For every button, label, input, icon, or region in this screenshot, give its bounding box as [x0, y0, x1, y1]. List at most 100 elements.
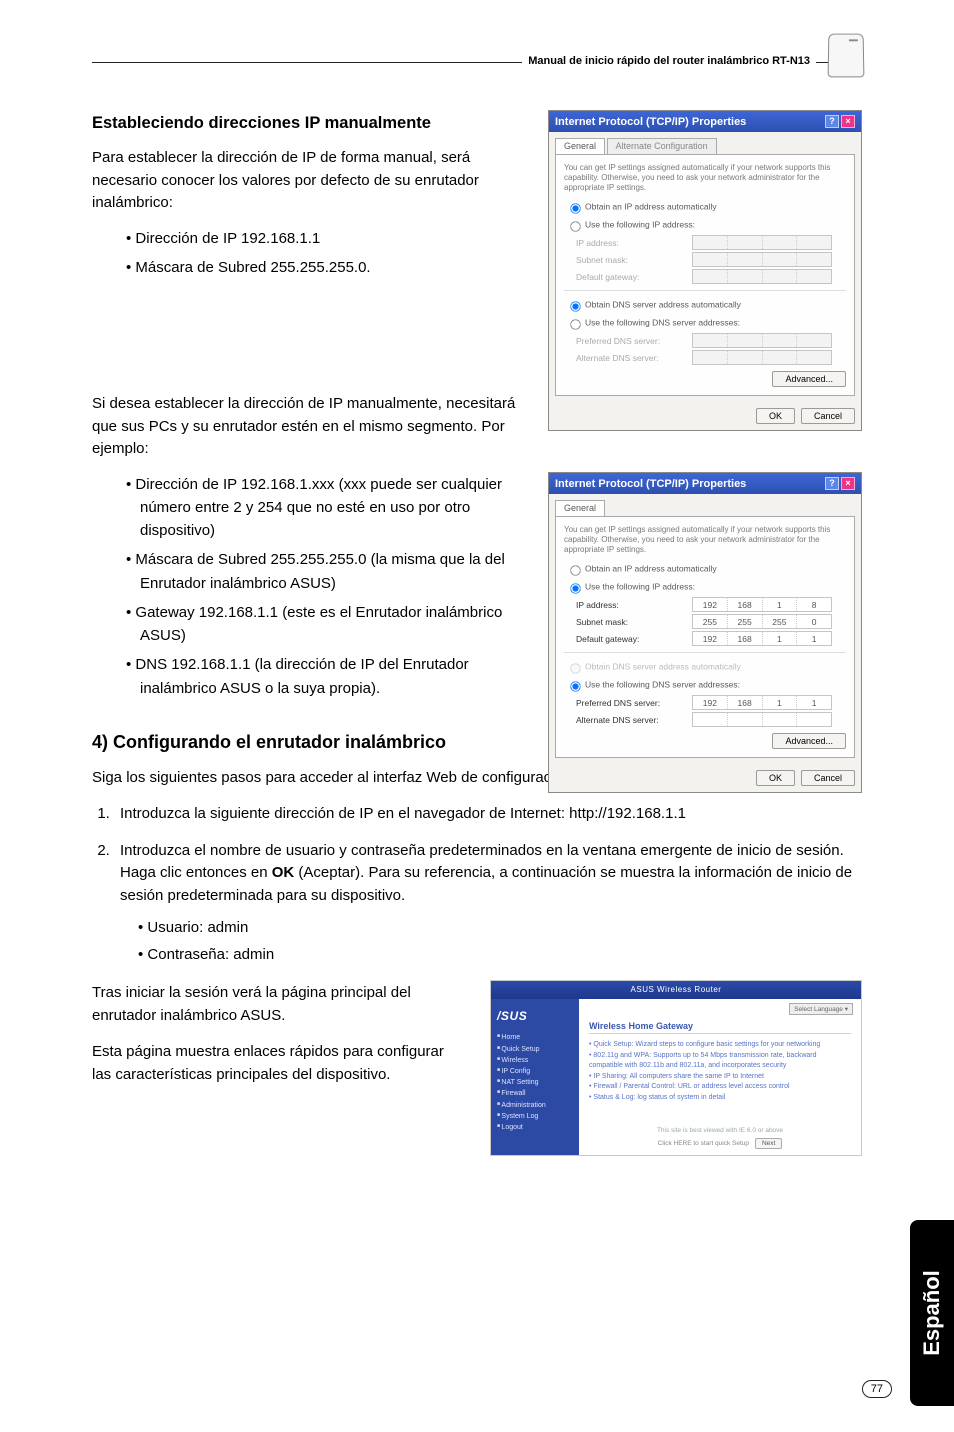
list-item: Máscara de Subred 255.255.255.0. [126, 256, 522, 279]
list-item: Contraseña: admin [132, 944, 862, 967]
list-item: DNS 192.168.1.1 (la dirección de IP del … [126, 653, 522, 700]
mask-input[interactable]: 2552552550 [692, 614, 832, 629]
advanced-button[interactable]: Advanced... [772, 733, 846, 749]
list-item: Dirección de IP 192.168.1.1 [126, 227, 522, 250]
sidebar-item[interactable]: IP Config [497, 1066, 573, 1077]
ip-label: IP address: [576, 238, 686, 248]
close-icon[interactable]: × [841, 477, 855, 490]
tcpip-dialog-auto: Internet Protocol (TCP/IP) Properties ? … [548, 110, 862, 431]
next-button[interactable]: Next [755, 1138, 782, 1149]
ok-button[interactable]: OK [756, 770, 795, 786]
use-ip-radio[interactable] [570, 221, 580, 231]
alt-dns-input[interactable] [692, 712, 832, 727]
default-values-list: Dirección de IP 192.168.1.1 Máscara de S… [126, 227, 522, 280]
segment-values-list: Dirección de IP 192.168.1.xxx (xxx puede… [126, 473, 522, 700]
admin-foot-note: This site is best viewed with IE 6.0 or … [579, 1127, 861, 1134]
pref-dns-input[interactable]: 19216811 [692, 695, 832, 710]
gw-label: Default gateway: [576, 634, 686, 644]
list-item: Usuario: admin [132, 917, 862, 940]
quick-link[interactable]: 802.11g and WPA: Supports up to 54 Mbps … [589, 1051, 851, 1072]
credentials-list: Usuario: admin Contraseña: admin [132, 917, 862, 966]
language-select[interactable]: Select Language ▾ [789, 1003, 853, 1015]
dialog-description: You can get IP settings assigned automat… [564, 525, 846, 555]
pref-dns-label: Preferred DNS server: [576, 698, 686, 708]
segment-intro: Si desea establecer la dirección de IP m… [92, 393, 522, 461]
obtain-dns-label: Obtain DNS server address automatically [585, 299, 741, 309]
admin-quick-links: Quick Setup: Wizard steps to configure b… [589, 1040, 851, 1103]
sidebar-item[interactable]: Logout [497, 1122, 573, 1133]
header-rule: Manual de inicio rápido del router inalá… [92, 62, 862, 92]
tab-alternate[interactable]: Alternate Configuration [607, 138, 717, 154]
language-label: Español [919, 1270, 945, 1356]
obtain-ip-label: Obtain an IP address automatically [585, 563, 717, 573]
step-1: Introduzca la siguiente dirección de IP … [114, 803, 862, 826]
pref-dns-input [692, 333, 832, 348]
language-side-tab: Español [910, 1220, 954, 1406]
page-number: 77 [862, 1380, 892, 1398]
advanced-button[interactable]: Advanced... [772, 371, 846, 387]
obtain-ip-label: Obtain an IP address automatically [585, 201, 717, 211]
obtain-ip-radio[interactable] [570, 203, 580, 213]
use-dns-label: Use the following DNS server addresses: [585, 679, 740, 689]
mask-input [692, 252, 832, 267]
quick-link[interactable]: Quick Setup: Wizard steps to configure b… [589, 1040, 851, 1051]
alt-dns-label: Alternate DNS server: [576, 353, 686, 363]
sidebar-item[interactable]: NAT Setting [497, 1077, 573, 1088]
obtain-ip-radio[interactable] [570, 565, 580, 575]
router-icon [828, 34, 865, 78]
tab-general[interactable]: General [555, 500, 605, 516]
manual-ip-intro: Para establecer la dirección de IP de fo… [92, 147, 522, 215]
sidebar-item[interactable]: System Log [497, 1111, 573, 1122]
admin-foot-text: Click HERE to start quick Setup [658, 1140, 749, 1147]
quick-link[interactable]: Status & Log: log status of system in de… [589, 1093, 851, 1104]
list-item: Dirección de IP 192.168.1.xxx (xxx puede… [126, 473, 522, 543]
sidebar-item[interactable]: Firewall [497, 1088, 573, 1099]
router-admin-screenshot: ASUS Wireless Router /SUS Home Quick Set… [490, 980, 862, 1156]
list-item: Gateway 192.168.1.1 (este es el Enrutado… [126, 601, 522, 648]
ip-input [692, 235, 832, 250]
use-dns-label: Use the following DNS server addresses: [585, 317, 740, 327]
dialog-title: Internet Protocol (TCP/IP) Properties [555, 478, 746, 490]
cancel-button[interactable]: Cancel [801, 770, 855, 786]
use-ip-radio[interactable] [570, 583, 580, 593]
mask-label: Subnet mask: [576, 617, 686, 627]
gw-input[interactable]: 19216811 [692, 631, 832, 646]
gw-label: Default gateway: [576, 272, 686, 282]
tab-general[interactable]: General [555, 138, 605, 154]
step-2-bold: OK [272, 864, 295, 881]
alt-dns-label: Alternate DNS server: [576, 715, 686, 725]
mask-label: Subnet mask: [576, 255, 686, 265]
quick-link[interactable]: Firewall / Parental Control: URL or addr… [589, 1082, 851, 1093]
use-ip-label: Use the following IP address: [585, 581, 695, 591]
cancel-button[interactable]: Cancel [801, 408, 855, 424]
step-2: Introduzca el nombre de usuario y contra… [114, 840, 862, 967]
after-login-2: Esta página muestra enlaces rápidos para… [92, 1041, 466, 1086]
obtain-dns-radio[interactable] [570, 301, 580, 311]
after-login-1: Tras iniciar la sesión verá la página pr… [92, 982, 466, 1027]
use-dns-radio[interactable] [570, 681, 580, 691]
quick-link[interactable]: IP Sharing: All computers share the same… [589, 1072, 851, 1083]
use-ip-label: Use the following IP address: [585, 219, 695, 229]
page: Manual de inicio rápido del router inalá… [0, 0, 954, 1432]
use-dns-radio[interactable] [570, 319, 580, 329]
admin-sidebar: /SUS Home Quick Setup Wireless IP Config… [491, 999, 579, 1155]
help-icon[interactable]: ? [825, 115, 839, 128]
admin-topbar: ASUS Wireless Router [491, 981, 861, 999]
sidebar-item[interactable]: Wireless [497, 1055, 573, 1066]
sidebar-item[interactable]: Quick Setup [497, 1044, 573, 1055]
sidebar-item[interactable]: Administration [497, 1100, 573, 1111]
ok-button[interactable]: OK [756, 408, 795, 424]
sidebar-item[interactable]: Home [497, 1032, 573, 1043]
ip-label: IP address: [576, 600, 686, 610]
ip-input[interactable]: 19216818 [692, 597, 832, 612]
tcpip-dialog-manual: Internet Protocol (TCP/IP) Properties ? … [548, 472, 862, 793]
alt-dns-input [692, 350, 832, 365]
obtain-dns-radio [570, 663, 580, 673]
pref-dns-label: Preferred DNS server: [576, 336, 686, 346]
config-steps: Introduzca la siguiente dirección de IP … [92, 803, 862, 966]
manual-title: Manual de inicio rápido del router inalá… [522, 45, 816, 67]
help-icon[interactable]: ? [825, 477, 839, 490]
list-item: Máscara de Subred 255.255.255.0 (la mism… [126, 548, 522, 595]
admin-panel-title: Wireless Home Gateway [589, 1021, 851, 1034]
close-icon[interactable]: × [841, 115, 855, 128]
